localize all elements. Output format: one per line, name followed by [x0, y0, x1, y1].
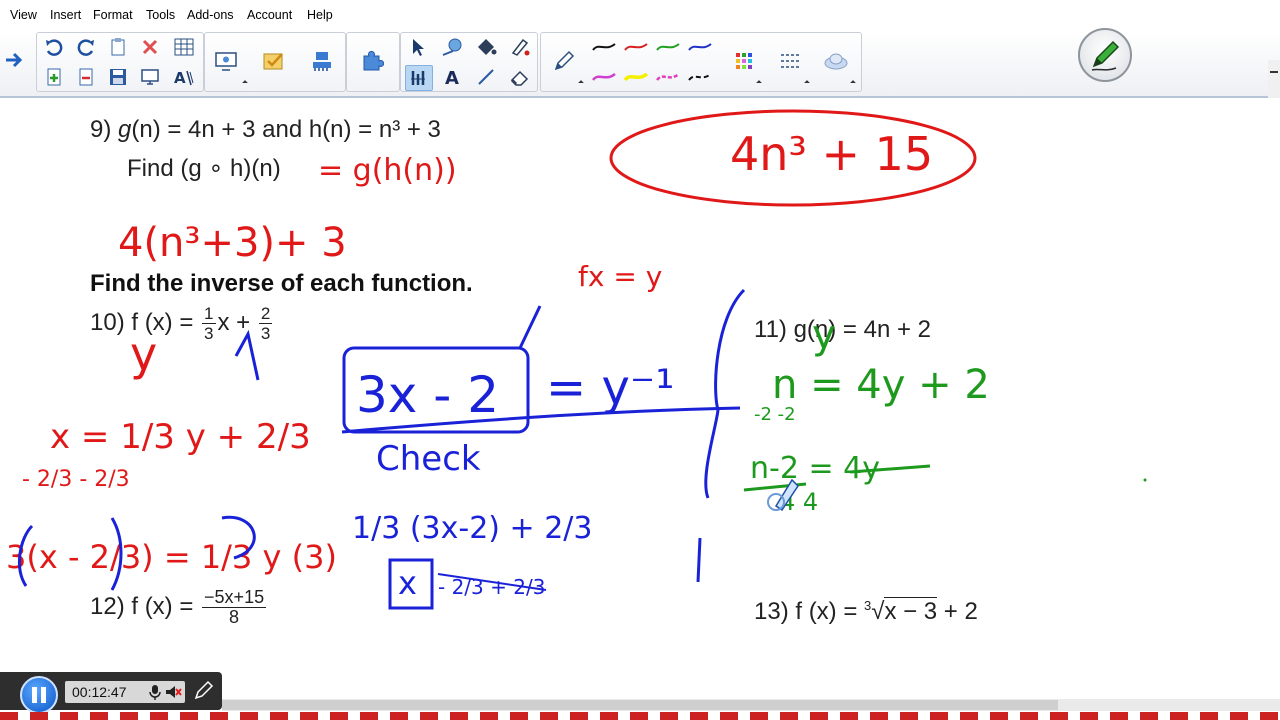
fx-equals-y: fx = y	[578, 260, 662, 293]
highlighter-pink-icon[interactable]	[655, 65, 681, 89]
line-style-caret-icon[interactable]	[804, 80, 810, 86]
brace-line	[704, 288, 746, 499]
check-result: x	[398, 564, 417, 602]
pen-fill-icon[interactable]	[507, 35, 533, 59]
screen-capture-icon[interactable]	[213, 49, 239, 73]
bottom-strip	[0, 712, 1280, 720]
q11-y: y	[812, 312, 836, 358]
pen-dash-icon[interactable]	[687, 65, 713, 89]
edit-group: A	[36, 32, 204, 92]
menu-help[interactable]: Help	[307, 8, 333, 22]
shape-icon[interactable]	[439, 35, 465, 59]
whiteboard-canvas[interactable]: 9) g(n) = 4n + 3 and h(n) = n³ + 3 Find …	[0, 98, 1280, 698]
display-icon[interactable]	[137, 65, 163, 89]
timecode: 00:12:47	[72, 684, 127, 700]
paste-icon[interactable]	[105, 35, 131, 59]
blue-arrow-up	[234, 329, 260, 381]
svg-text:A: A	[445, 68, 459, 87]
undo-icon[interactable]	[41, 35, 67, 59]
pause-icon-bar-left	[32, 687, 37, 703]
pen-green-icon[interactable]	[655, 35, 681, 59]
menu-format[interactable]: Format	[93, 8, 133, 22]
text-icon[interactable]: A	[439, 65, 465, 89]
q10-subtract: - 2/3 - 2/3	[22, 467, 130, 492]
add-page-icon[interactable]	[41, 65, 67, 89]
menu-addons[interactable]: Add-ons	[187, 8, 234, 22]
cloud-caret-icon[interactable]	[850, 80, 856, 86]
brace-tail	[696, 537, 702, 583]
q11-step1: n = 4y + 2	[772, 362, 990, 408]
q11-step1-sub: -2 -2	[754, 404, 796, 425]
line-style-icon[interactable]	[777, 49, 803, 73]
menu-tools[interactable]: Tools	[146, 8, 175, 22]
highlighter-magenta-icon[interactable]	[591, 65, 617, 89]
check-line1: 1/3 (3x-2) + 2/3	[352, 511, 592, 546]
microphone-icon[interactable]	[146, 683, 164, 701]
arrow-right-icon[interactable]	[2, 48, 28, 72]
pen-icon	[1091, 40, 1120, 71]
pen-tool-active-icon[interactable]	[405, 65, 433, 91]
network-icon[interactable]	[309, 49, 335, 73]
svg-text:A: A	[174, 69, 186, 87]
q10-y-overwrite: y	[130, 327, 157, 381]
horizontal-scrollbar-thumb[interactable]	[222, 700, 1058, 710]
answer-text: 4n³ + 15	[730, 127, 933, 181]
pen-red-icon[interactable]	[623, 35, 649, 59]
fill-icon[interactable]	[473, 35, 499, 59]
pen-styles-group	[540, 32, 862, 92]
check-tool-icon[interactable]	[261, 49, 287, 73]
pencil-caret-icon[interactable]	[578, 80, 584, 86]
speaker-muted-icon[interactable]	[164, 683, 182, 701]
pause-button[interactable]	[20, 676, 58, 714]
annotate-pen-icon[interactable]	[192, 680, 214, 702]
pen-black-icon[interactable]	[591, 35, 617, 59]
pencil-icon[interactable]	[551, 49, 577, 73]
delete-icon[interactable]	[137, 35, 163, 59]
save-icon[interactable]	[105, 65, 131, 89]
composition-text: = g(h(n))	[318, 153, 457, 188]
q10-multiply: 3(x - 2/3) = 1/3 y (3)	[6, 538, 337, 576]
check-label: Check	[376, 439, 481, 479]
pen-blue-icon[interactable]	[687, 35, 713, 59]
eraser-icon[interactable]	[507, 65, 533, 89]
menu-account[interactable]: Account	[247, 8, 292, 22]
line-icon[interactable]	[473, 65, 499, 89]
expansion-text: 4(n³+3)+ 3	[118, 220, 347, 266]
ink-layer: 4n³ + 15 = g(h(n)) 4(n³+3)+ 3 fx = y y x…	[6, 109, 1147, 610]
draw-tools-group: A	[400, 32, 538, 92]
color-caret-icon[interactable]	[756, 80, 762, 86]
puzzle-icon[interactable]	[359, 49, 385, 73]
cloud-icon[interactable]	[823, 49, 849, 73]
menu-view[interactable]: View	[10, 8, 37, 22]
pause-icon-bar-right	[41, 687, 46, 703]
menu-bar: View Insert Format Tools Add-ons Account…	[0, 0, 1280, 31]
menu-insert[interactable]: Insert	[50, 8, 81, 22]
color-grid-icon[interactable]	[731, 49, 757, 73]
redo-icon[interactable]	[73, 35, 99, 59]
highlighter-yellow-icon[interactable]	[623, 65, 649, 89]
addon-group	[346, 32, 400, 92]
insert-group	[204, 32, 346, 92]
box-tick	[518, 305, 542, 349]
floating-pen-button[interactable]	[1078, 28, 1132, 82]
boxed-answer: 3x - 2	[356, 366, 499, 424]
stray-dot	[1143, 478, 1147, 482]
select-icon[interactable]	[405, 35, 431, 59]
screen-capture-caret-icon[interactable]	[242, 80, 248, 86]
q10-equation: x = 1/3 y + 2/3	[50, 417, 311, 457]
inverse-label: = y⁻¹	[546, 360, 674, 416]
q11-step2: n-2 = 4y	[750, 451, 880, 486]
table-icon[interactable]	[171, 35, 197, 59]
text-recognize-icon[interactable]: A	[171, 65, 197, 89]
remove-page-icon[interactable]	[73, 65, 99, 89]
